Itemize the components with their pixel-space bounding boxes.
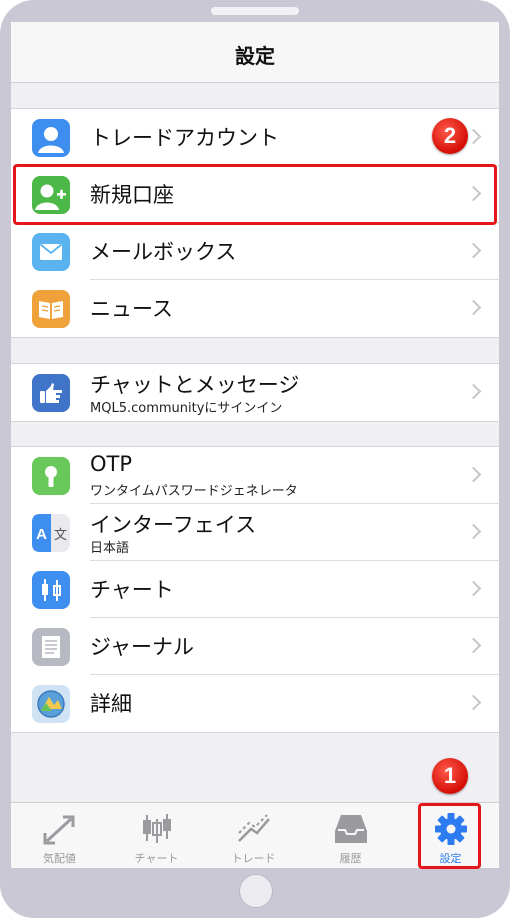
settings-item-subtitle: ワンタイムパスワードジェネレータ — [90, 484, 298, 499]
settings-item-label: チャットとメッセージ — [90, 373, 300, 397]
settings-item-mailbox[interactable]: メールボックス — [11, 223, 499, 280]
arrows-diagonal-icon — [41, 811, 79, 847]
highlight-settings-tab — [418, 803, 481, 869]
settings-item-chart[interactable]: チャート — [11, 561, 499, 618]
tab-chart[interactable]: チャート — [108, 803, 205, 868]
inbox-icon — [332, 811, 370, 847]
highlight-new-account — [13, 164, 497, 225]
contact-icon — [32, 119, 70, 157]
chevron-right-icon — [465, 299, 482, 316]
settings-item-interface[interactable]: A文 インターフェイス 日本語 — [11, 504, 499, 561]
settings-item-label: チャート — [90, 578, 174, 602]
settings-item-about[interactable]: 詳細 — [11, 675, 499, 732]
settings-group-community: チャットとメッセージ MQL5.communityにサインイン — [11, 363, 499, 422]
tab-trade[interactable]: トレード — [205, 803, 302, 868]
phone-frame: 設定 トレードアカウント 新規口座 メールボックス ニュース チャットとメッセー… — [0, 0, 510, 918]
envelope-icon — [32, 233, 70, 271]
chevron-right-icon — [465, 580, 482, 597]
chevron-right-icon — [465, 637, 482, 654]
tab-label: 気配値 — [43, 852, 76, 865]
settings-item-label: ジャーナル — [90, 635, 194, 659]
chevron-right-icon — [465, 383, 482, 400]
trend-lines-icon — [235, 811, 273, 847]
tab-history[interactable]: 履歴 — [302, 803, 399, 868]
page-title: 設定 — [235, 44, 275, 68]
settings-item-subtitle: 日本語 — [90, 541, 130, 556]
settings-item-subtitle: MQL5.communityにサインイン — [90, 401, 283, 416]
settings-item-label: トレードアカウント — [90, 126, 279, 150]
settings-item-trade-account[interactable]: トレードアカウント — [11, 109, 499, 166]
settings-item-label: メールボックス — [90, 240, 237, 264]
tab-label: チャート — [134, 852, 179, 865]
settings-item-label: ニュース — [90, 297, 173, 321]
candlestick-icon — [32, 571, 70, 609]
settings-item-news[interactable]: ニュース — [11, 280, 499, 337]
translate-icon: A文 — [32, 514, 70, 552]
screen: 設定 トレードアカウント 新規口座 メールボックス ニュース チャットとメッセー… — [11, 22, 499, 868]
settings-item-label: インターフェイス — [90, 513, 257, 537]
chevron-right-icon — [465, 523, 482, 540]
settings-item-label: 詳細 — [90, 692, 132, 716]
tab-label: 履歴 — [339, 852, 362, 865]
settings-item-label: OTP — [90, 452, 133, 476]
navigation-bar: 設定 — [11, 22, 499, 83]
home-button[interactable] — [239, 874, 273, 908]
candlestick-icon — [138, 811, 176, 847]
book-icon — [32, 290, 70, 328]
tab-label: トレード — [231, 852, 276, 865]
chevron-right-icon — [465, 242, 482, 259]
callout-badge-1: 1 — [432, 758, 468, 794]
chevron-right-icon — [465, 466, 482, 483]
settings-group-app: OTP ワンタイムパスワードジェネレータ A文 インターフェイス 日本語 チャー… — [11, 446, 499, 733]
speaker-grille — [211, 7, 299, 15]
metatrader-logo-icon — [32, 685, 70, 723]
settings-item-chat-messages[interactable]: チャットとメッセージ MQL5.communityにサインイン — [11, 364, 499, 421]
hand-pointer-icon — [32, 374, 70, 412]
chevron-right-icon — [465, 128, 482, 145]
keyhole-icon — [32, 457, 70, 495]
tab-quotes[interactable]: 気配値 — [11, 803, 108, 868]
svg-text:A: A — [36, 526, 47, 543]
chevron-right-icon — [465, 694, 482, 711]
document-lines-icon — [32, 628, 70, 666]
settings-item-journal[interactable]: ジャーナル — [11, 618, 499, 675]
svg-text:文: 文 — [54, 528, 67, 543]
settings-item-otp[interactable]: OTP ワンタイムパスワードジェネレータ — [11, 447, 499, 504]
callout-badge-2: 2 — [432, 118, 468, 154]
